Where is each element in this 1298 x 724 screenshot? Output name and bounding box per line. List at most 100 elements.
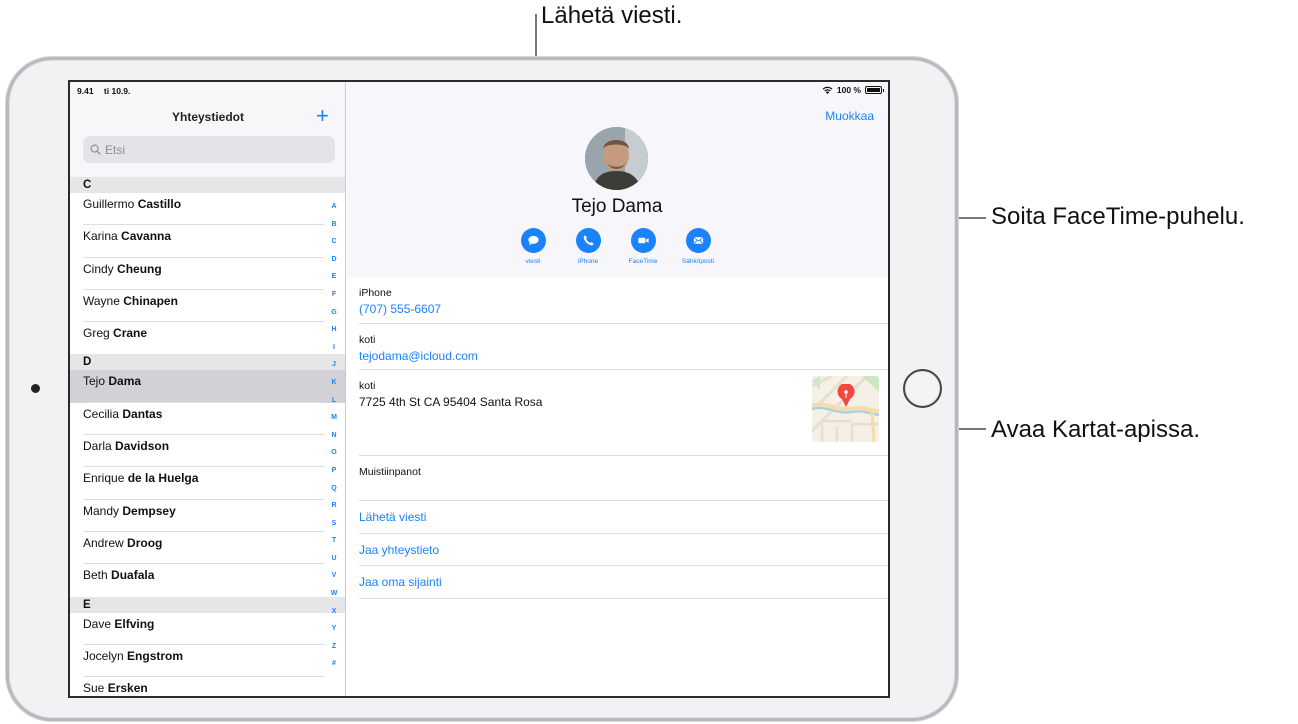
- contact-row[interactable]: Jocelyn Engstrom: [70, 644, 345, 678]
- email-label: koti: [359, 334, 376, 346]
- contact-row[interactable]: Wayne Chinapen: [70, 289, 345, 323]
- mail-action-label: Sähköposti: [681, 258, 715, 265]
- facetime-action-button[interactable]: FaceTime: [627, 228, 659, 265]
- contact-row[interactable]: Cindy Cheung: [70, 257, 345, 291]
- index-letter[interactable]: S: [332, 515, 337, 533]
- index-letter[interactable]: D: [331, 251, 336, 269]
- status-bar-left: 9.41 ti 10.9.: [77, 86, 138, 96]
- contact-first-name: Wayne: [83, 293, 120, 308]
- wifi-icon: [822, 86, 833, 94]
- index-letter[interactable]: O: [331, 444, 336, 462]
- contact-last-name: Castillo: [137, 197, 182, 211]
- search-field[interactable]: [83, 136, 335, 163]
- phone-icon: [583, 235, 594, 246]
- mail-icon: [693, 237, 703, 244]
- share-contact-link[interactable]: Jaa yhteystieto: [359, 534, 888, 566]
- index-letter[interactable]: G: [331, 304, 336, 322]
- message-action-button[interactable]: viesti: [517, 228, 549, 265]
- index-letter[interactable]: J: [332, 356, 336, 374]
- search-input[interactable]: [105, 142, 305, 157]
- index-letter[interactable]: Y: [332, 620, 337, 638]
- section-header-d: D: [70, 354, 345, 371]
- index-letter[interactable]: Z: [332, 638, 336, 656]
- contact-row[interactable]: Tejo Dama: [70, 370, 345, 404]
- index-letter[interactable]: Q: [331, 480, 336, 498]
- contact-last-name: Davidson: [115, 439, 170, 454]
- email-link[interactable]: tejodama@icloud.com: [359, 349, 888, 363]
- contact-first-name: Karina: [83, 229, 118, 244]
- callout-maps: Avaa Kartat-apissa.: [991, 416, 1201, 443]
- index-letter[interactable]: L: [332, 392, 336, 410]
- section-index[interactable]: A B C D E F G H I J K L M N O P Q R S T U V W X Y Z #: [326, 198, 342, 673]
- home-button[interactable]: [903, 369, 942, 408]
- contact-detail-pane: 100 % Muokkaa Tejo Dama viesti iPhone Fa…: [347, 82, 888, 696]
- mail-action-button[interactable]: Sähköposti: [682, 228, 714, 265]
- index-letter[interactable]: P: [332, 462, 337, 480]
- contact-last-name: Dama: [108, 374, 142, 389]
- contact-first-name: Cecilia: [83, 406, 120, 421]
- send-message-link[interactable]: Lähetä viesti: [359, 501, 888, 534]
- contact-last-name: Dempsey: [122, 503, 176, 518]
- screen: 9.41 ti 10.9. Yhteystiedot + CGuillermo …: [68, 80, 890, 698]
- contact-last-name: de la Huelga: [127, 471, 199, 486]
- index-letter[interactable]: V: [332, 567, 337, 585]
- contact-last-name: Duafala: [111, 568, 155, 583]
- edit-button[interactable]: Muokkaa: [825, 109, 874, 123]
- contact-row[interactable]: Sue Ersken: [70, 677, 345, 696]
- index-letter[interactable]: U: [331, 550, 336, 568]
- share-location-link[interactable]: Jaa oma sijainti: [359, 566, 888, 599]
- contact-first-name: Mandy: [83, 503, 120, 518]
- contact-first-name: Enrique: [83, 471, 125, 486]
- contact-row[interactable]: Andrew Droog: [70, 531, 345, 565]
- contact-row[interactable]: Enrique de la Huelga: [70, 467, 345, 500]
- battery-percent: 100 %: [836, 85, 861, 95]
- index-letter[interactable]: K: [331, 374, 336, 392]
- address-value[interactable]: 7725 4th St CA 95404 Santa Rosa: [359, 395, 888, 409]
- message-icon: [527, 235, 539, 246]
- index-letter[interactable]: M: [331, 409, 337, 427]
- address-field[interactable]: koti 7725 4th St CA 95404 Santa Rosa: [359, 370, 888, 456]
- contacts-list-pane: 9.41 ti 10.9. Yhteystiedot + CGuillermo …: [70, 82, 346, 696]
- index-letter[interactable]: #: [332, 655, 336, 673]
- index-letter[interactable]: N: [331, 427, 336, 445]
- callout-send-message: Lähetä viesti.: [541, 2, 683, 29]
- notes-field[interactable]: Muistiinpanot: [359, 456, 888, 501]
- index-letter[interactable]: T: [332, 532, 336, 550]
- phone-number-link[interactable]: (707) 555-6607: [359, 302, 888, 316]
- index-letter[interactable]: E: [332, 268, 337, 286]
- contact-row[interactable]: Karina Cavanna: [70, 225, 345, 258]
- index-letter[interactable]: F: [332, 286, 336, 304]
- contact-row[interactable]: Cecilia Dantas: [70, 402, 345, 436]
- contact-first-name: Guillermo: [83, 197, 135, 211]
- index-letter[interactable]: A: [331, 198, 336, 216]
- index-letter[interactable]: R: [331, 497, 336, 515]
- contact-last-name: Dantas: [122, 406, 163, 421]
- index-letter[interactable]: C: [331, 233, 336, 251]
- contact-first-name: Andrew: [83, 535, 124, 550]
- contact-list: C Guillermo Castillo Karina Cavanna Cindy C…: [70, 177, 345, 696]
- contact-row[interactable]: Beth Duafala: [70, 564, 345, 597]
- index-letter[interactable]: W: [331, 585, 338, 603]
- camera: [31, 384, 40, 393]
- contact-row[interactable]: Greg Crane: [70, 322, 345, 355]
- contact-first-name: Greg: [83, 326, 110, 341]
- map-pin-icon: [837, 384, 855, 407]
- contact-first-name: Cindy: [83, 261, 114, 276]
- call-action-button[interactable]: iPhone: [572, 228, 604, 265]
- contact-row[interactable]: Mandy Dempsey: [70, 499, 345, 533]
- callout-facetime: Soita FaceTime-puhelu.: [991, 203, 1245, 230]
- battery-icon: [865, 86, 884, 94]
- index-letter[interactable]: B: [331, 216, 336, 234]
- section-header-c: C: [70, 177, 345, 193]
- contact-last-name: Engstrom: [127, 648, 184, 663]
- index-letter[interactable]: I: [333, 339, 335, 357]
- map-thumbnail[interactable]: [812, 376, 879, 442]
- contact-row[interactable]: Darla Davidson: [70, 435, 345, 468]
- contact-last-name: Crane: [113, 326, 148, 341]
- add-contact-button[interactable]: +: [316, 103, 329, 129]
- contact-row[interactable]: Guillermo Castillo: [70, 193, 345, 226]
- index-letter[interactable]: H: [331, 321, 336, 339]
- contact-first-name: Jocelyn: [83, 648, 124, 663]
- index-letter[interactable]: X: [332, 603, 337, 621]
- contact-row[interactable]: Dave Elfving: [70, 612, 345, 646]
